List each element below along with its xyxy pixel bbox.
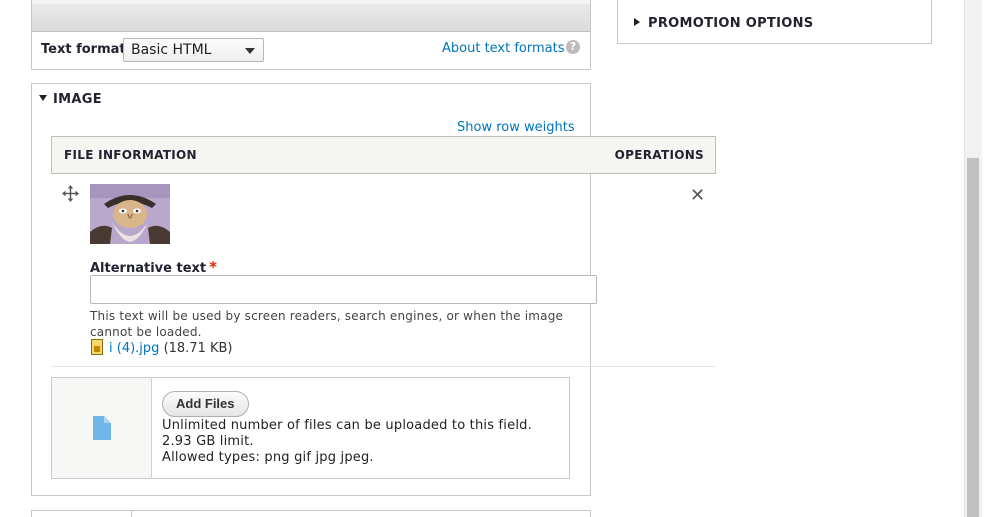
upload-requirements: Unlimited number of files can be uploade… [162,418,532,466]
chevron-down-icon [245,48,255,54]
uploaded-file-info: i (4).jpg (18.71 KB) [91,339,233,356]
promotion-options-summary[interactable]: PROMOTION OPTIONS [634,16,813,31]
uploaded-file-link[interactable]: i (4).jpg [109,341,159,356]
promotion-options-title: PROMOTION OPTIONS [648,16,814,31]
file-upload-widget: Add Files Unlimited number of files can … [51,377,570,479]
upload-info-size-limit: 2.93 GB limit. [162,434,254,449]
column-header-file-information: FILE INFORMATION [64,148,197,162]
image-table-header: FILE INFORMATION OPERATIONS [51,136,716,174]
close-icon[interactable]: ✕ [690,187,705,205]
image-thumbnail [90,184,170,244]
text-format-selected-value: Basic HTML [131,42,212,58]
promotion-options-details: PROMOTION OPTIONS [617,0,932,44]
about-text-formats-link[interactable]: About text formats [442,41,565,56]
page-scrollbar-thumb[interactable] [967,158,979,517]
table-row-divider [51,366,716,367]
body-editor-field: Text format Basic HTML About text format… [31,0,591,70]
editor-bottom-toolbar [32,0,590,32]
alternative-text-description: This text will be used by screen readers… [90,309,564,339]
show-row-weights-link[interactable]: Show row weights [457,120,575,135]
uploaded-file-size: (18.71 KB) [163,341,233,356]
required-asterisk: * [209,258,217,276]
move-cross-icon[interactable] [62,185,79,202]
next-fieldset-divider [131,510,132,517]
image-file-icon [91,339,103,355]
triangle-right-icon [634,18,640,26]
text-format-label: Text format [41,42,126,57]
upload-info-allowed-types: Allowed types: png gif jpg jpeg. [162,450,374,465]
alternative-text-label-text: Alternative text [90,261,207,276]
help-icon[interactable]: ? [566,40,580,54]
text-format-select[interactable]: Basic HTML [123,38,264,62]
next-fieldset-edge [31,510,591,517]
column-header-operations: OPERATIONS [614,148,704,162]
alternative-text-label: Alternative text * [90,258,217,276]
upload-dropzone[interactable] [52,378,152,478]
add-files-button[interactable]: Add Files [162,391,249,417]
image-field-title: IMAGE [53,92,102,107]
document-icon [93,416,111,440]
upload-info-count: Unlimited number of files can be uploade… [162,418,532,433]
image-field-legend[interactable]: IMAGE [39,92,102,107]
triangle-down-icon [39,95,47,101]
alternative-text-input[interactable] [90,275,597,304]
